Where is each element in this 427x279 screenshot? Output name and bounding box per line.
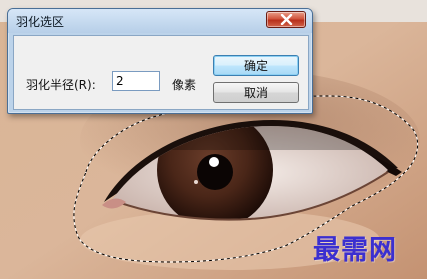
ok-button[interactable]: 确定: [213, 55, 299, 76]
watermark-logo: 最需网: [313, 235, 397, 266]
catchlight: [209, 157, 219, 167]
feather-selection-dialog: 羽化选区 羽化半径(R): 像素 确定 取消: [7, 8, 313, 114]
close-button[interactable]: [266, 11, 306, 28]
dialog-titlebar[interactable]: 羽化选区: [8, 9, 312, 33]
pixel-unit-label: 像素: [172, 78, 197, 92]
dialog-title: 羽化选区: [16, 15, 65, 29]
feather-radius-input[interactable]: [112, 71, 160, 91]
feather-radius-label: 羽化半径(R):: [26, 78, 96, 92]
close-icon: [280, 14, 293, 25]
cancel-button[interactable]: 取消: [213, 82, 299, 103]
dialog-body: 羽化半径(R): 像素 确定 取消: [13, 35, 309, 110]
catchlight-small: [194, 180, 198, 184]
